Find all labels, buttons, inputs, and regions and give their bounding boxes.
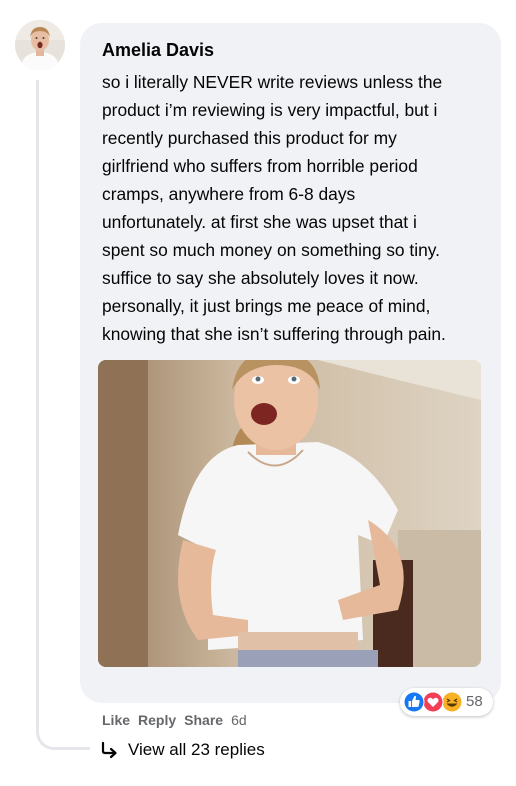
comment-body: so i literally NEVER write reviews unles…	[102, 68, 492, 348]
reply-link[interactable]: Reply	[138, 712, 176, 728]
comment-author-name[interactable]: Amelia Davis	[102, 40, 214, 61]
comment-text-line: girlfriend who suffers from horrible per…	[102, 156, 418, 176]
reaction-icons	[403, 691, 463, 713]
comment-text-line: suffice to say she absolutely loves it n…	[102, 268, 419, 288]
comment-photo-image	[98, 360, 481, 667]
comment-text-line: recently purchased this product for my	[102, 128, 397, 148]
comment-text-line: knowing that she isn’t suffering through…	[102, 324, 446, 344]
like-link[interactable]: Like	[102, 712, 130, 728]
reaction-count: 58	[466, 693, 483, 710]
view-replies-label[interactable]: View all 23 replies	[128, 740, 265, 760]
avatar[interactable]	[15, 20, 65, 70]
avatar-image	[15, 20, 65, 70]
haha-icon	[441, 691, 463, 713]
comment-text-line: spent so much money on something so tiny…	[102, 240, 441, 260]
comment-actions: Like Reply Share 6d	[102, 712, 255, 728]
comment-photo[interactable]	[98, 360, 481, 667]
love-icon	[422, 691, 444, 713]
comment-text-line: product i’m reviewing is very impactful,…	[102, 100, 438, 120]
share-link[interactable]: Share	[184, 712, 223, 728]
comment-text-line: so i literally NEVER write reviews unles…	[102, 72, 443, 92]
comment-text-line: personally, it just brings me peace of m…	[102, 296, 431, 316]
comment-text-line: cramps, anywhere from 6-8 days	[102, 184, 356, 204]
reply-arrow-icon	[101, 741, 117, 759]
comment-text-line: unfortunately. at first she was upset th…	[102, 212, 417, 232]
like-icon	[403, 691, 425, 713]
reactions-summary[interactable]: 58	[400, 688, 493, 716]
comment-timestamp[interactable]: 6d	[231, 712, 247, 728]
